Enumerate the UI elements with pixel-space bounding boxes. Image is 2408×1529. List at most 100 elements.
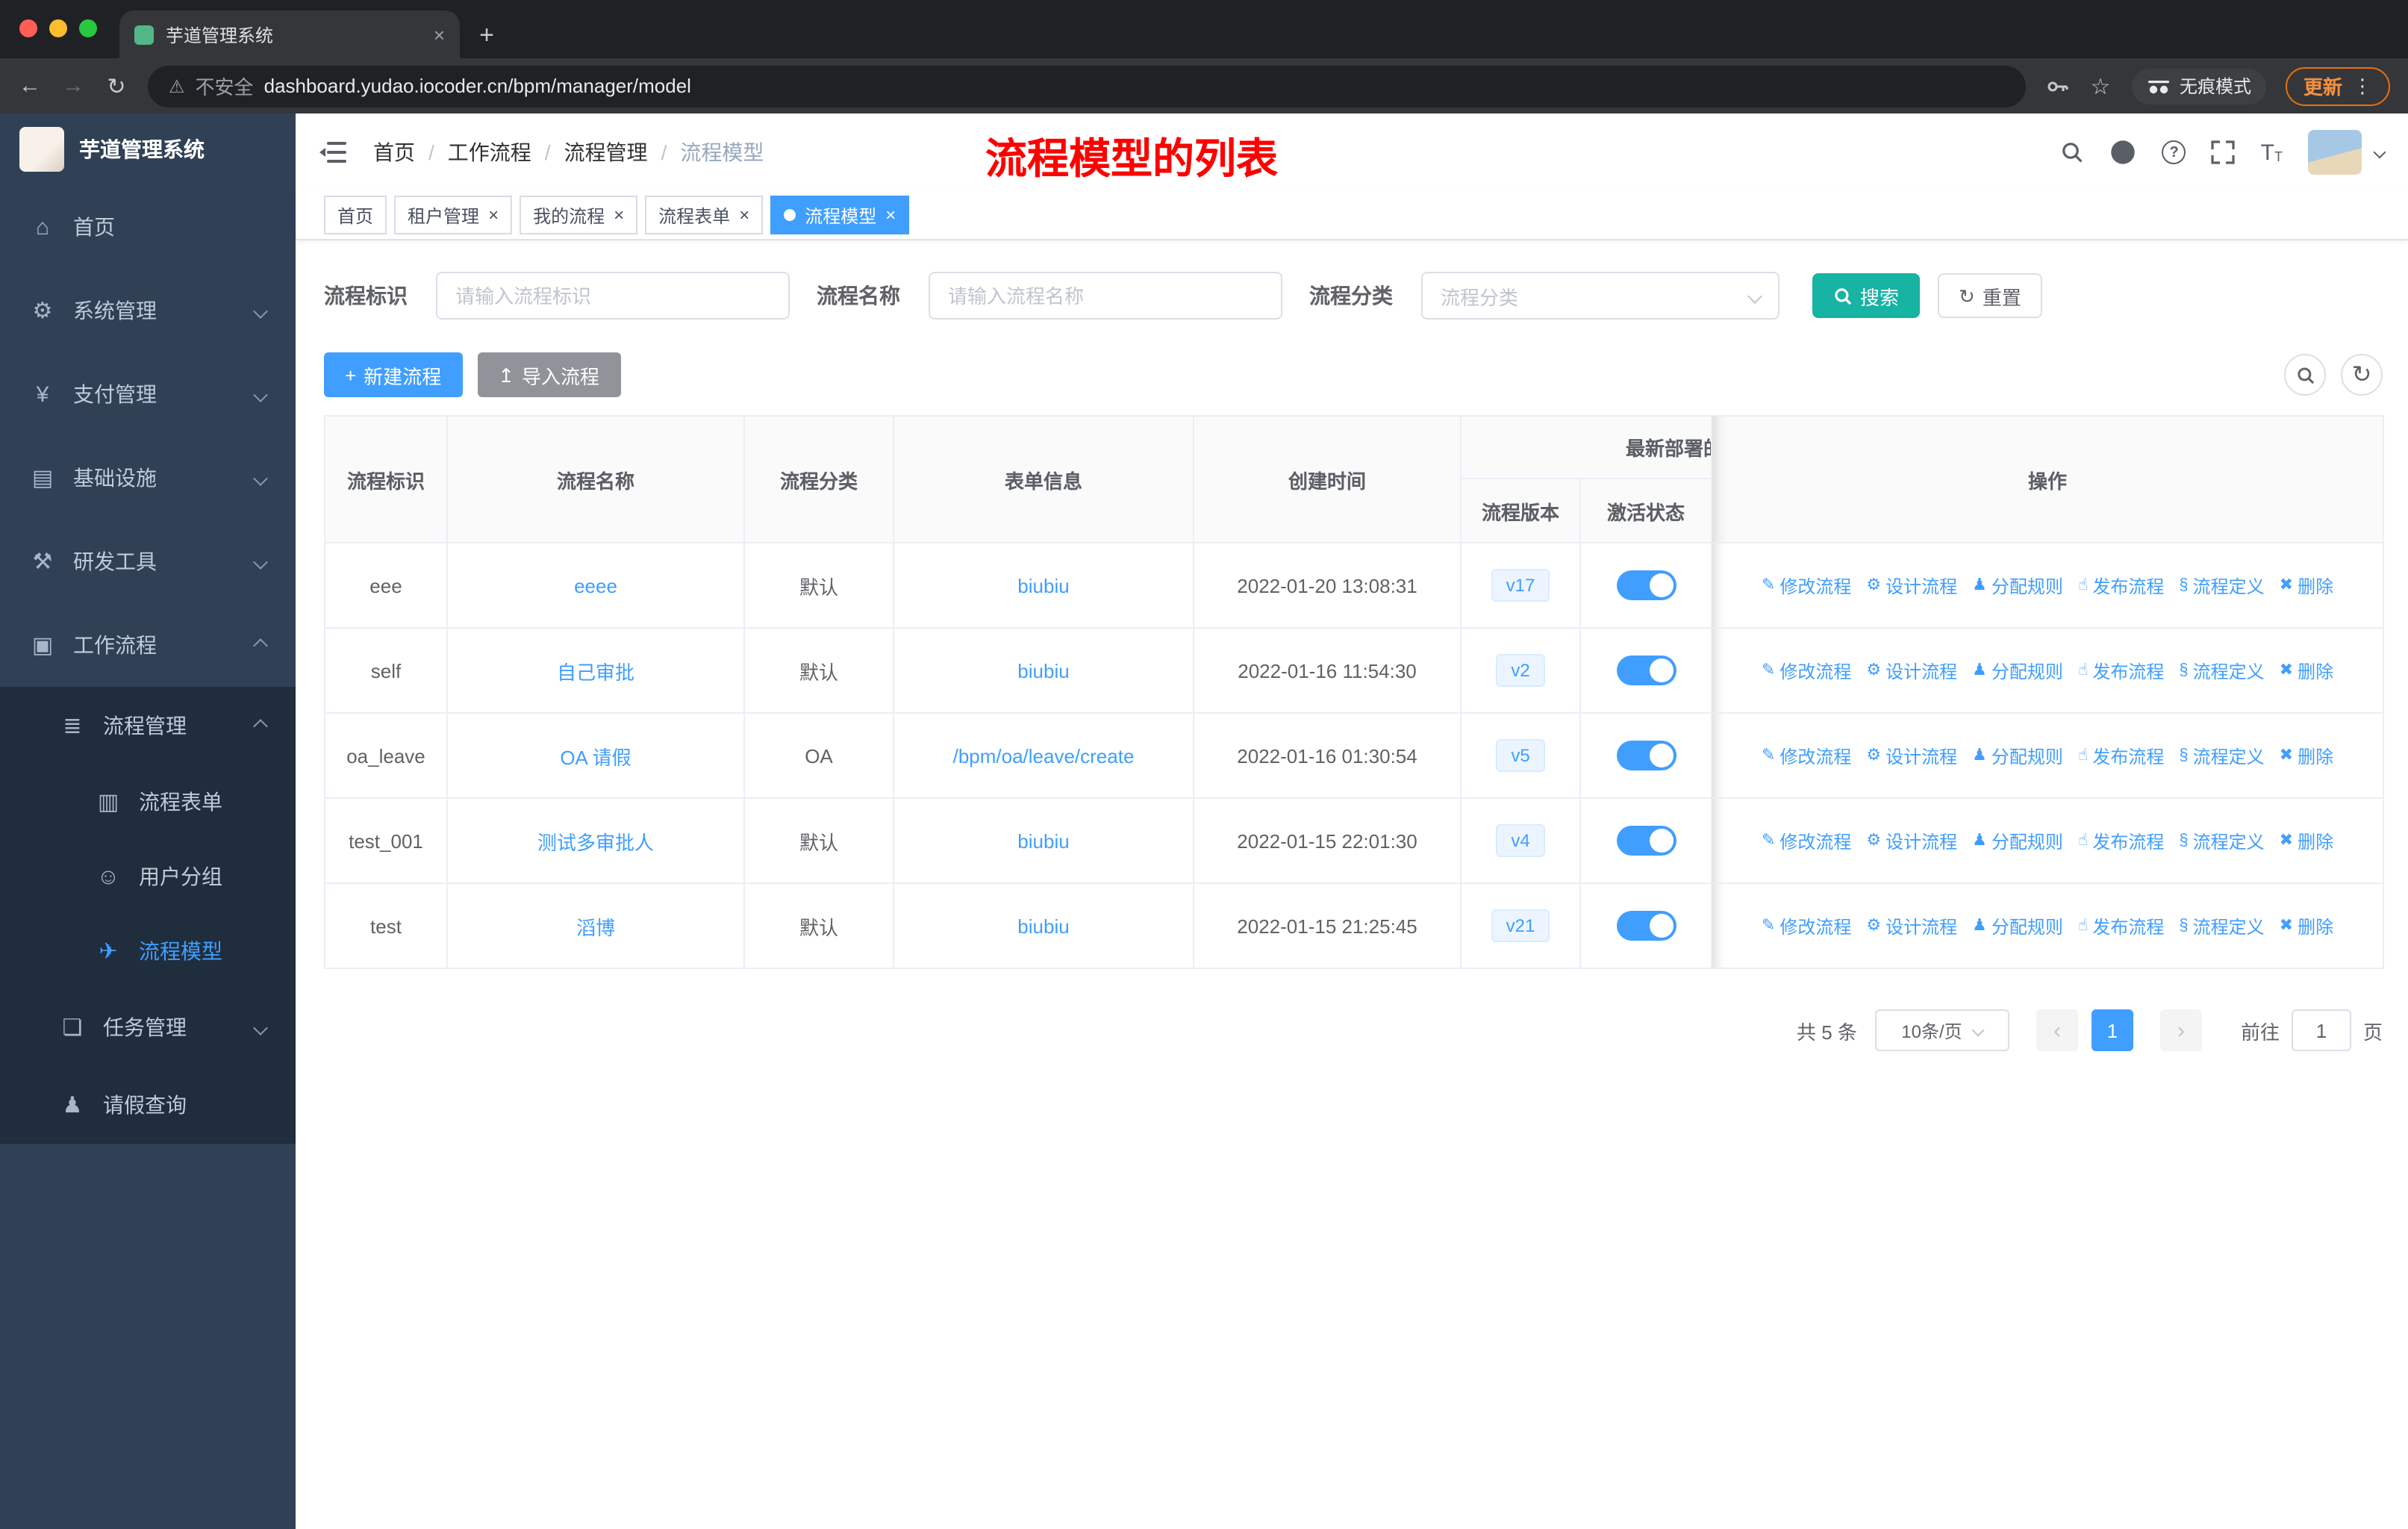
process-definition-action[interactable]: § 流程定义 (2179, 573, 2264, 599)
search-icon[interactable] (2061, 140, 2085, 164)
close-icon[interactable]: × (885, 205, 896, 225)
window-minimize-button[interactable] (49, 19, 67, 37)
close-icon[interactable]: × (488, 205, 499, 225)
modify-process-action[interactable]: ✎ 修改流程 (1762, 914, 1851, 939)
window-zoom-button[interactable] (79, 19, 97, 37)
tag-process-model[interactable]: 流程模型 × (770, 196, 910, 234)
window-close-button[interactable] (19, 19, 37, 37)
process-name-link[interactable]: OA 请假 (560, 746, 631, 768)
assign-rule-action[interactable]: ♟ 分配规则 (1972, 658, 2063, 684)
design-process-action[interactable]: ⚙ 设计流程 (1866, 573, 1957, 599)
key-icon[interactable] (2045, 74, 2069, 98)
close-icon[interactable]: × (614, 205, 624, 225)
process-definition-action[interactable]: § 流程定义 (2179, 658, 2264, 684)
help-icon[interactable]: ? (2162, 140, 2186, 164)
active-toggle[interactable] (1616, 655, 1676, 685)
sidebar-item-workflow[interactable]: ▣ 工作流程 (0, 603, 296, 687)
tag-process-form[interactable]: 流程表单 × (645, 196, 764, 234)
delete-action[interactable]: ✖ 删除 (2280, 744, 2333, 769)
form-link[interactable]: biubiu (1017, 915, 1069, 937)
process-definition-action[interactable]: § 流程定义 (2179, 829, 2264, 854)
process-name-link[interactable]: 自己审批 (557, 661, 634, 683)
user-avatar[interactable] (2308, 130, 2362, 175)
page-size-select[interactable]: 10条/页 (1874, 1009, 2009, 1051)
browser-update-button[interactable]: 更新 ⋮ (2285, 66, 2390, 105)
breadcrumb-item[interactable]: 流程管理 (564, 137, 648, 167)
process-name-link[interactable]: 测试多审批人 (537, 831, 654, 853)
design-process-action[interactable]: ⚙ 设计流程 (1866, 829, 1957, 854)
form-link[interactable]: biubiu (1017, 659, 1069, 682)
delete-action[interactable]: ✖ 删除 (2280, 829, 2333, 854)
publish-process-action[interactable]: ☝ 发布流程 (2078, 744, 2164, 769)
sidebar-item-task-management[interactable]: ❏ 任务管理 (0, 988, 296, 1066)
address-bar[interactable]: ⚠ 不安全 dashboard.yudao.iocoder.cn/bpm/man… (148, 65, 2026, 107)
design-process-action[interactable]: ⚙ 设计流程 (1866, 744, 1957, 769)
hamburger-menu-icon[interactable] (319, 142, 346, 163)
delete-action[interactable]: ✖ 删除 (2280, 658, 2333, 684)
current-page[interactable]: 1 (2091, 1009, 2133, 1051)
reset-button[interactable]: ↻ 重置 (1938, 273, 2042, 318)
toggle-search-button[interactable] (2284, 354, 2326, 396)
sidebar-item-process-model[interactable]: ✈ 流程模型 (0, 914, 296, 988)
search-button[interactable]: 搜索 (1812, 273, 1921, 318)
next-page-button[interactable]: › (2159, 1009, 2202, 1051)
process-name-link[interactable]: eeee (574, 574, 617, 597)
version-tag[interactable]: v5 (1496, 739, 1545, 772)
browser-menu-icon[interactable]: ⋮ (2353, 74, 2372, 98)
breadcrumb-item[interactable]: 首页 (373, 137, 415, 167)
design-process-action[interactable]: ⚙ 设计流程 (1866, 658, 1957, 684)
publish-process-action[interactable]: ☝ 发布流程 (2078, 573, 2164, 599)
version-tag[interactable]: v21 (1491, 909, 1550, 942)
font-size-icon[interactable]: T T (2261, 141, 2283, 164)
modify-process-action[interactable]: ✎ 修改流程 (1762, 829, 1851, 854)
back-button[interactable]: ← (18, 73, 42, 99)
reload-button[interactable]: ↻ (105, 72, 128, 99)
github-icon[interactable] (2110, 139, 2137, 166)
publish-process-action[interactable]: ☝ 发布流程 (2078, 658, 2164, 684)
new-tab-button[interactable]: + (466, 13, 508, 58)
sidebar-item-devtools[interactable]: ⚒ 研发工具 (0, 520, 296, 603)
modify-process-action[interactable]: ✎ 修改流程 (1762, 573, 1851, 599)
modify-process-action[interactable]: ✎ 修改流程 (1762, 744, 1851, 769)
prev-page-button[interactable]: ‹ (2036, 1009, 2078, 1051)
process-definition-action[interactable]: § 流程定义 (2179, 744, 2264, 769)
process-id-input[interactable] (436, 272, 790, 320)
tab-close-icon[interactable]: × (434, 23, 445, 46)
url-text[interactable]: dashboard.yudao.iocoder.cn/bpm/manager/m… (264, 75, 691, 97)
sidebar-item-infrastructure[interactable]: ▤ 基础设施 (0, 436, 296, 520)
design-process-action[interactable]: ⚙ 设计流程 (1866, 914, 1957, 939)
publish-process-action[interactable]: ☝ 发布流程 (2078, 914, 2164, 939)
refresh-table-button[interactable]: ↻ (2341, 354, 2383, 396)
sidebar-item-process-management[interactable]: ≣ 流程管理 (0, 687, 296, 764)
active-toggle[interactable] (1616, 741, 1676, 770)
forward-button[interactable]: → (61, 73, 85, 99)
fullscreen-icon[interactable] (2212, 140, 2236, 164)
process-definition-action[interactable]: § 流程定义 (2179, 914, 2264, 939)
active-toggle[interactable] (1616, 911, 1676, 941)
version-tag[interactable]: v17 (1491, 569, 1550, 602)
version-tag[interactable]: v4 (1496, 824, 1545, 857)
version-tag[interactable]: v2 (1496, 654, 1545, 687)
process-name-input[interactable] (929, 272, 1282, 320)
assign-rule-action[interactable]: ♟ 分配规则 (1972, 744, 2063, 769)
process-name-link[interactable]: 滔博 (576, 916, 615, 938)
breadcrumb-item[interactable]: 工作流程 (448, 137, 531, 167)
publish-process-action[interactable]: ☝ 发布流程 (2078, 829, 2164, 854)
goto-page-input[interactable] (2291, 1009, 2351, 1051)
sidebar-item-payment[interactable]: ¥ 支付管理 (0, 352, 296, 436)
form-link[interactable]: biubiu (1017, 574, 1069, 597)
assign-rule-action[interactable]: ♟ 分配规则 (1972, 829, 2063, 854)
sidebar-item-system[interactable]: ⚙ 系统管理 (0, 269, 296, 352)
tag-home[interactable]: 首页 (324, 196, 387, 234)
delete-action[interactable]: ✖ 删除 (2280, 573, 2333, 599)
active-toggle[interactable] (1616, 826, 1676, 856)
import-process-button[interactable]: ↥ 导入流程 (477, 352, 621, 397)
modify-process-action[interactable]: ✎ 修改流程 (1762, 658, 1851, 684)
create-process-button[interactable]: + 新建流程 (324, 352, 463, 397)
delete-action[interactable]: ✖ 删除 (2280, 914, 2333, 939)
sidebar-item-home[interactable]: ⌂ 首页 (0, 185, 296, 269)
sidebar-item-process-form[interactable]: ▥ 流程表单 (0, 764, 296, 839)
assign-rule-action[interactable]: ♟ 分配规则 (1972, 914, 2063, 939)
form-link[interactable]: /bpm/oa/leave/create (953, 744, 1135, 767)
close-icon[interactable]: × (739, 205, 749, 225)
